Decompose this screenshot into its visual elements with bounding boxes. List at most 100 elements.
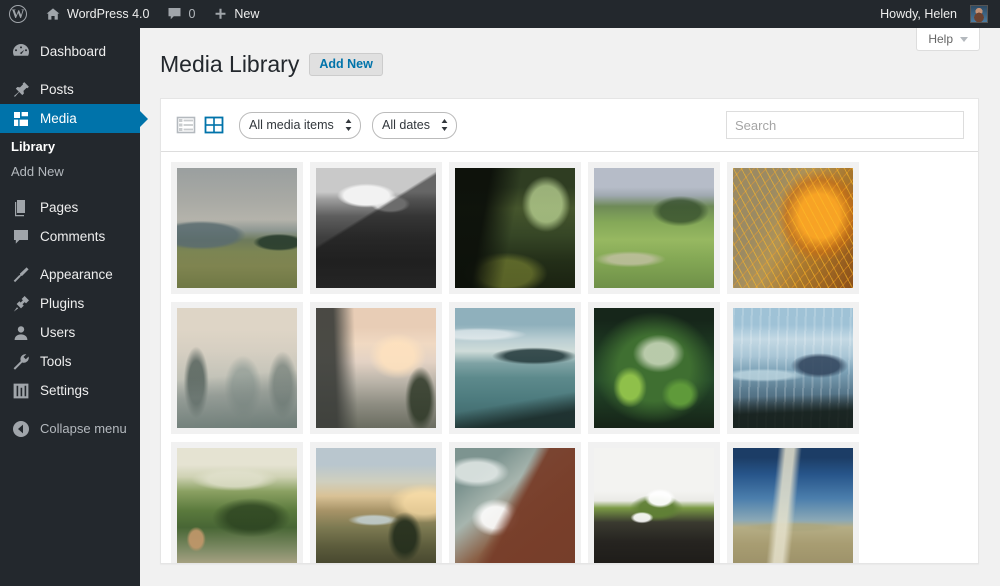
admin-sidebar: Dashboard Posts Media Library Add New Pa… [0,28,140,586]
attachment-grid [161,152,978,564]
new-label: New [234,0,259,28]
attachment-item[interactable] [310,302,442,434]
comment-icon [11,227,31,247]
sidebar-item-comments[interactable]: Comments [0,222,140,251]
attachment-item[interactable] [727,302,859,434]
list-view-button[interactable] [175,114,197,136]
page-header: Media Library Add New [140,28,1000,79]
list-view-icon [176,115,196,135]
attachment-thumbnail-green-mountain-trail [594,168,714,288]
media-type-filter-wrap: All media itemsImagesAudioVideoUnattache… [239,112,372,139]
chevron-down-icon [960,37,968,42]
search-input[interactable] [726,111,964,139]
attachment-item[interactable] [449,162,581,294]
sidebar-item-label: Users [40,326,75,340]
sidebar-item-label: Appearance [40,268,113,282]
menu-spacer [0,251,140,260]
collapse-menu-button[interactable]: Collapse menu [0,414,140,443]
sidebar-item-label: Tools [40,355,72,369]
attachment-thumbnail-waves-on-rocks [455,448,575,564]
page-icon [11,198,31,218]
submenu-item-add-new[interactable]: Add New [0,159,140,184]
attachment-item[interactable] [171,162,303,294]
sidebar-item-appearance[interactable]: Appearance [0,260,140,289]
attachment-item[interactable] [310,162,442,294]
attachment-thumbnail-yosemite-valley-sunrise [316,308,436,428]
attachment-thumbnail-frosted-pine-trees [177,308,297,428]
wordpress-logo-icon: W [9,5,27,23]
avatar [970,5,988,23]
wp-logo-menu[interactable]: W [0,0,36,28]
sidebar-item-pages[interactable]: Pages [0,193,140,222]
comments-menu[interactable]: 0 [158,0,204,28]
new-content-menu[interactable]: New [204,0,268,28]
grid-view-icon [204,115,224,135]
attachment-item[interactable] [449,302,581,434]
attachment-item[interactable] [588,162,720,294]
sidebar-item-label: Dashboard [40,45,106,59]
sidebar-item-label: Media [40,112,77,126]
brush-icon [11,265,31,285]
attachment-thumbnail-orange-spiky-plant-macro [733,168,853,288]
add-new-button[interactable]: Add New [309,53,382,76]
sidebar-item-dashboard[interactable]: Dashboard [0,37,140,66]
dashboard-icon [11,42,31,62]
sidebar-item-tools[interactable]: Tools [0,347,140,376]
collapse-arrow-icon [11,419,31,439]
sidebar-item-users[interactable]: Users [0,318,140,347]
howdy-label: Howdy, Helen [880,0,957,28]
attachment-item[interactable] [171,302,303,434]
collapse-menu-label: Collapse menu [40,421,127,436]
home-icon [45,6,61,22]
pin-icon [11,80,31,100]
help-tab-label: Help [928,32,953,46]
plugin-icon [11,294,31,314]
settings-icon [11,381,31,401]
main-content: Help Media Library Add New [140,28,1000,586]
media-frame: All media itemsImagesAudioVideoUnattache… [160,98,979,564]
my-account-menu[interactable]: Howdy, Helen [871,0,1000,28]
wrench-icon [11,352,31,372]
attachment-item[interactable] [449,442,581,564]
media-toolbar: All media itemsImagesAudioVideoUnattache… [161,99,978,152]
attachment-item[interactable] [588,442,720,564]
plus-icon [213,7,228,22]
comment-count: 0 [188,0,195,28]
attachment-item[interactable] [171,442,303,564]
attachment-item[interactable] [727,162,859,294]
attachment-thumbnail-misty-blue-valley [733,308,853,428]
sidebar-item-label: Pages [40,201,78,215]
submenu-item-library[interactable]: Library [0,134,140,159]
attachment-item[interactable] [727,442,859,564]
sidebar-item-label: Comments [40,230,105,244]
comment-bubble-icon [167,7,182,21]
attachment-thumbnail-teal-lake-ridge [455,308,575,428]
sidebar-item-settings[interactable]: Settings [0,376,140,405]
view-switch [175,114,225,136]
grid-view-button[interactable] [203,114,225,136]
sidebar-item-plugins[interactable]: Plugins [0,289,140,318]
sidebar-item-label: Plugins [40,297,84,311]
media-type-filter[interactable]: All media itemsImagesAudioVideoUnattache… [239,112,361,139]
site-name-label: WordPress 4.0 [67,0,149,28]
site-name-menu[interactable]: WordPress 4.0 [36,0,158,28]
attachment-item[interactable] [310,442,442,564]
sidebar-item-posts[interactable]: Posts [0,75,140,104]
screen-meta-links: Help [916,28,980,51]
page-title: Media Library [160,50,299,79]
sidebar-item-label: Posts [40,83,74,97]
admin-bar: W WordPress 4.0 0 New Howdy, Helen [0,0,1000,28]
media-submenu: Library Add New [0,133,140,193]
date-filter[interactable]: All dates [372,112,457,139]
help-tab-button[interactable]: Help [916,28,980,51]
date-filter-wrap: All dates [372,112,468,139]
attachment-thumbnail-iceland-green-snow-hill [594,448,714,564]
menu-spacer [0,28,140,37]
sidebar-item-label: Settings [40,384,89,398]
attachment-thumbnail-overcast-prairie-valley [177,168,297,288]
attachment-thumbnail-black-and-white-mountain [316,168,436,288]
attachment-thumbnail-dirt-road-blue-sky [733,448,853,564]
attachment-item[interactable] [588,302,720,434]
sidebar-item-media[interactable]: Media [0,104,140,133]
attachment-thumbnail-green-plant-buds [594,308,714,428]
